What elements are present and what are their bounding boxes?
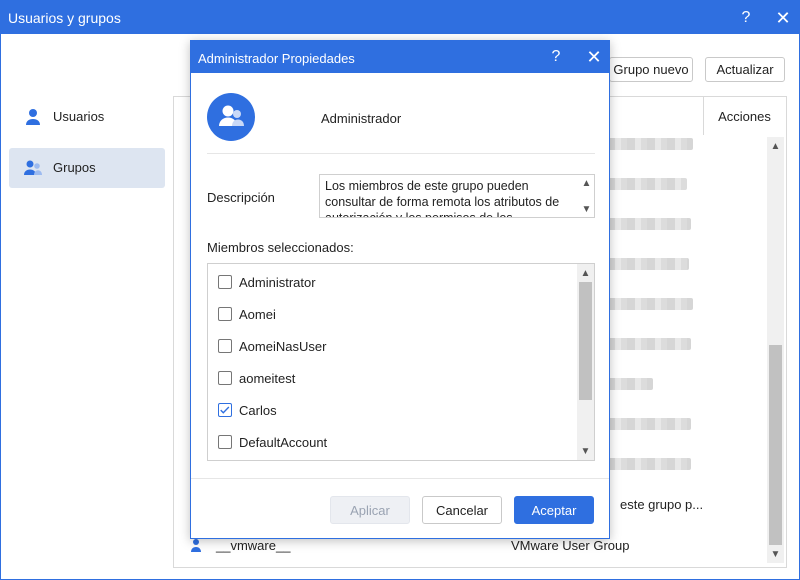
refresh-button[interactable]: Actualizar xyxy=(705,57,785,82)
member-name: Administrator xyxy=(239,275,316,290)
close-button[interactable]: ✕ xyxy=(769,5,797,31)
blurred-cell xyxy=(607,178,687,190)
members-label: Miembros seleccionados: xyxy=(207,240,354,255)
scrollbar-thumb[interactable] xyxy=(769,345,782,545)
member-checkbox[interactable] xyxy=(218,435,232,449)
main-titlebar: Usuarios y grupos ? ✕ xyxy=(1,1,799,34)
group-icon xyxy=(24,160,42,175)
member-checkbox[interactable] xyxy=(218,339,232,353)
blurred-cell xyxy=(607,378,653,390)
new-group-button[interactable]: Grupo nuevo xyxy=(609,57,693,82)
window-title: Usuarios y grupos xyxy=(8,10,121,26)
apply-button[interactable]: Aplicar xyxy=(330,496,410,524)
member-checkbox[interactable] xyxy=(218,275,232,289)
list-item[interactable]: DefaultAccount xyxy=(208,426,578,458)
scroll-up-icon[interactable]: ▲ xyxy=(578,176,594,190)
description-text: Los miembros de este grupo pueden consul… xyxy=(325,179,560,218)
accept-button[interactable]: Aceptar xyxy=(514,496,594,524)
list-item[interactable]: Administrator xyxy=(208,266,578,298)
description-textarea[interactable]: Los miembros de este grupo pueden consul… xyxy=(319,174,595,218)
dialog-close-button[interactable]: ✕ xyxy=(580,44,608,70)
cancel-button[interactable]: Cancelar xyxy=(422,496,502,524)
checkmark-icon xyxy=(220,406,230,414)
group-icon xyxy=(219,105,244,126)
blurred-cell xyxy=(607,418,691,430)
list-item[interactable]: Carlos xyxy=(208,394,578,426)
dialog-help-button[interactable]: ? xyxy=(542,44,570,70)
member-name: AomeiNasUser xyxy=(239,339,327,354)
member-name: aomeitest xyxy=(239,371,296,386)
blurred-cell xyxy=(607,218,691,230)
member-checkbox[interactable] xyxy=(218,307,232,321)
member-name: DefaultAccount xyxy=(239,435,328,450)
members-scrollbar[interactable]: ▲ ▼ xyxy=(577,264,594,460)
sidebar-item-usuarios[interactable]: Usuarios xyxy=(9,97,165,137)
members-list: Administrator Aomei AomeiNasUser aomeite… xyxy=(207,263,595,461)
scroll-down-icon[interactable]: ▼ xyxy=(577,444,594,458)
group-name-cell: __vmware__ xyxy=(216,538,291,553)
divider xyxy=(191,478,609,479)
member-checkbox[interactable] xyxy=(218,403,232,417)
table-scrollbar[interactable]: ▲ ▼ xyxy=(767,137,784,563)
member-checkbox[interactable] xyxy=(218,371,232,385)
group-description-cell: VMware User Group xyxy=(511,538,630,553)
blurred-cell xyxy=(607,138,693,150)
scroll-up-icon[interactable]: ▲ xyxy=(767,139,784,153)
dialog-title: Administrador Propiedades xyxy=(198,51,355,66)
list-item[interactable]: AomeiNasUser xyxy=(208,330,578,362)
scroll-down-icon[interactable]: ▼ xyxy=(578,202,594,216)
blurred-cell xyxy=(607,298,693,310)
list-item[interactable]: aomeitest xyxy=(208,362,578,394)
dialog-titlebar: Administrador Propiedades ? ✕ xyxy=(191,41,609,73)
properties-dialog: Administrador Propiedades ? ✕ Administra… xyxy=(190,40,610,539)
blurred-cell xyxy=(607,338,691,350)
sidebar-item-grupos[interactable]: Grupos xyxy=(9,148,165,188)
list-item[interactable]: Aomei xyxy=(208,298,578,330)
sidebar-item-label: Usuarios xyxy=(53,109,105,124)
divider xyxy=(207,153,595,154)
blurred-cell xyxy=(607,458,691,470)
user-icon xyxy=(26,109,40,125)
help-button[interactable]: ? xyxy=(732,5,760,31)
actions-column-header[interactable]: Acciones xyxy=(703,97,785,135)
group-description-cell: este grupo p... xyxy=(620,497,704,512)
sidebar-item-label: Grupos xyxy=(53,160,96,175)
group-name: Administrador xyxy=(321,111,402,126)
scroll-up-icon[interactable]: ▲ xyxy=(577,266,594,280)
member-name: Carlos xyxy=(239,403,277,418)
blurred-cell xyxy=(607,258,689,270)
description-label: Descripción xyxy=(207,190,275,205)
description-scrollbar[interactable]: ▲ ▼ xyxy=(578,175,594,217)
group-icon xyxy=(191,539,201,552)
group-avatar xyxy=(207,93,255,141)
member-name: Aomei xyxy=(239,307,276,322)
sidebar: Usuarios Grupos xyxy=(1,34,173,579)
scrollbar-thumb[interactable] xyxy=(579,282,592,400)
scroll-down-icon[interactable]: ▼ xyxy=(767,547,784,561)
